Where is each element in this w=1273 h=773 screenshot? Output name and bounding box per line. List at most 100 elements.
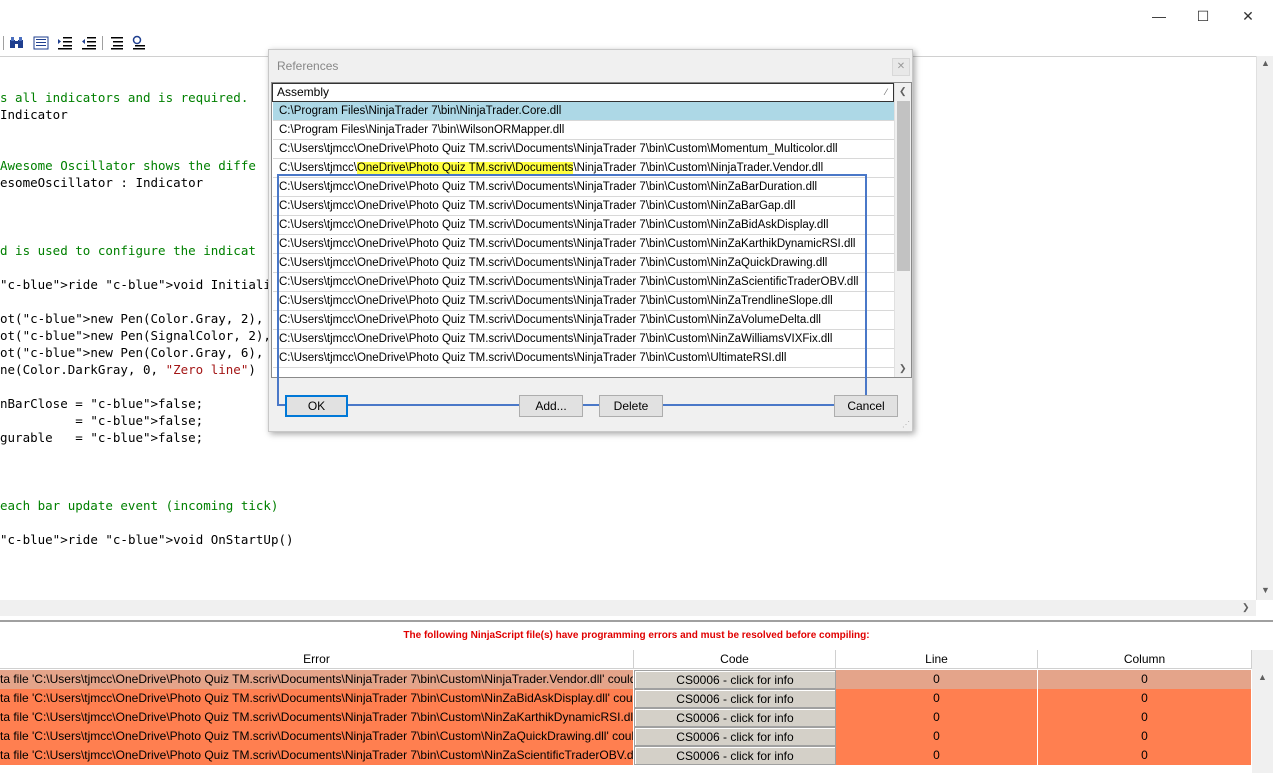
code-line: nBarClose = "c-blue">false; <box>0 396 204 411</box>
outdent-icon[interactable] <box>81 35 97 51</box>
code-line: = "c-blue">false; <box>0 413 204 428</box>
error-code-button[interactable]: CS0006 - click for info <box>634 746 836 765</box>
assembly-path: C:\Program Files\NinjaTrader 7\bin\Ninja… <box>279 105 562 117</box>
error-column-cell: 0 <box>1038 727 1252 746</box>
ok-button[interactable]: OK <box>285 395 348 417</box>
editor-vertical-scrollbar[interactable]: ▲ ▼ <box>1256 56 1273 600</box>
assembly-row[interactable]: C:\Users\tjmcc\OneDrive\Photo Quiz TM.sc… <box>273 178 894 197</box>
assembly-row[interactable]: C:\Program Files\NinjaTrader 7\bin\Ninja… <box>273 102 894 121</box>
error-column-cell: 0 <box>1038 746 1252 765</box>
error-panel: The following NinjaScript file(s) have p… <box>0 620 1273 773</box>
find-next-icon[interactable] <box>33 35 49 51</box>
assembly-row[interactable]: C:\Users\tjmcc\OneDrive\Photo Quiz TM.sc… <box>273 235 894 254</box>
error-text-cell: ta file 'C:\Users\tjmcc\OneDrive\Photo Q… <box>0 670 634 689</box>
scroll-up-icon[interactable]: ▲ <box>1258 672 1267 682</box>
uncomment-icon[interactable] <box>131 35 147 51</box>
error-column-cell: 0 <box>1038 708 1252 727</box>
add-button[interactable]: Add... <box>519 395 583 417</box>
assembly-row[interactable]: C:\Users\tjmcc\OneDrive\Photo Quiz TM.sc… <box>273 197 894 216</box>
assembly-row[interactable]: C:\Users\tjmcc\OneDrive\Photo Quiz TM.sc… <box>273 216 894 235</box>
scroll-down-icon[interactable]: ❯ <box>899 363 907 374</box>
error-row[interactable]: ta file 'C:\Users\tjmcc\OneDrive\Photo Q… <box>0 689 1252 708</box>
assembly-row[interactable]: C:\Program Files\NinjaTrader 7\bin\Wilso… <box>273 121 894 140</box>
code-line: d is used to configure the indicat <box>0 243 256 258</box>
error-text-cell: ta file 'C:\Users\tjmcc\OneDrive\Photo Q… <box>0 727 634 746</box>
assembly-path: C:\Users\tjmcc\ <box>279 162 357 174</box>
code-line: Indicator <box>0 107 68 122</box>
code-line: "c-blue">ride "c-blue">void OnStartUp() <box>0 532 294 547</box>
toolbar-separator <box>102 36 103 50</box>
highlighted-path-segment: OneDrive\Photo Quiz TM.scriv\Documents <box>356 162 574 174</box>
assembly-path: C:\Users\tjmcc\OneDrive\Photo Quiz TM.sc… <box>279 333 833 345</box>
sort-icon: ⁄ <box>885 87 887 97</box>
dialog-close-button[interactable]: ✕ <box>892 58 910 76</box>
error-row[interactable]: ta file 'C:\Users\tjmcc\OneDrive\Photo Q… <box>0 708 1252 727</box>
error-code-button[interactable]: CS0006 - click for info <box>634 727 836 746</box>
minimize-button[interactable]: — <box>1136 4 1182 28</box>
assembly-row[interactable]: C:\Users\tjmcc\OneDrive\Photo Quiz TM.sc… <box>273 254 894 273</box>
assembly-list[interactable]: Assembly ⁄ C:\Program Files\NinjaTrader … <box>271 82 912 406</box>
resize-grip-icon[interactable]: ⋰ <box>902 420 910 429</box>
scroll-up-icon[interactable]: ▲ <box>1261 58 1270 68</box>
code-line: s all indicators and is required. <box>0 90 249 105</box>
assembly-row[interactable]: C:\Users\tjmcc\OneDrive\Photo Quiz TM.sc… <box>273 292 894 311</box>
error-code-button[interactable]: CS0006 - click for info <box>634 670 836 689</box>
assembly-row[interactable]: C:\Users\tjmcc\OneDrive\Photo Quiz TM.sc… <box>273 159 894 178</box>
assembly-row[interactable]: C:\Users\tjmcc\OneDrive\Photo Quiz TM.sc… <box>273 349 894 368</box>
error-code-button[interactable]: CS0006 - click for info <box>634 689 836 708</box>
code-line: ne(Color.DarkGray, 0, "Zero line") <box>0 362 256 377</box>
toolbar-separator <box>3 36 4 50</box>
indent-icon[interactable] <box>57 35 73 51</box>
error-text-cell: ta file 'C:\Users\tjmcc\OneDrive\Photo Q… <box>0 708 634 727</box>
scroll-right-icon[interactable]: ❯ <box>1242 602 1250 613</box>
cancel-button[interactable]: Cancel <box>834 395 898 417</box>
code-line: esomeOscillator : Indicator <box>0 175 204 190</box>
code-line: gurable = "c-blue">false; <box>0 430 204 445</box>
error-line-cell: 0 <box>836 708 1038 727</box>
error-column-cell: 0 <box>1038 689 1252 708</box>
error-text-cell: ta file 'C:\Users\tjmcc\OneDrive\Photo Q… <box>0 746 634 765</box>
error-column-cell: 0 <box>1038 670 1252 689</box>
code-line: "c-blue">ride "c-blue">void Initialize() <box>0 277 302 292</box>
error-line-cell: 0 <box>836 670 1038 689</box>
assembly-path: C:\Users\tjmcc\OneDrive\Photo Quiz TM.sc… <box>279 276 859 288</box>
column-header-label: Assembly <box>277 85 330 99</box>
error-row[interactable]: ta file 'C:\Users\tjmcc\OneDrive\Photo Q… <box>0 670 1252 689</box>
assembly-row[interactable]: C:\Users\tjmcc\OneDrive\Photo Quiz TM.sc… <box>273 273 894 292</box>
column-header-error[interactable]: Error <box>0 650 634 669</box>
error-row[interactable]: ta file 'C:\Users\tjmcc\OneDrive\Photo Q… <box>0 746 1252 765</box>
assembly-path: C:\Users\tjmcc\OneDrive\Photo Quiz TM.sc… <box>279 181 818 193</box>
code-line: Awesome Oscillator shows the diffe <box>0 158 256 173</box>
assembly-row[interactable]: C:\Users\tjmcc\OneDrive\Photo Quiz TM.sc… <box>273 140 894 159</box>
scroll-thumb[interactable] <box>897 101 910 271</box>
scroll-up-icon[interactable]: ❮ <box>899 86 907 97</box>
assembly-path: C:\Users\tjmcc\OneDrive\Photo Quiz TM.sc… <box>279 257 828 269</box>
error-table-scrollbar[interactable]: ▲ <box>1252 650 1273 773</box>
assembly-row[interactable]: C:\Users\tjmcc\OneDrive\Photo Quiz TM.sc… <box>273 311 894 330</box>
close-button[interactable]: ✕ <box>1225 4 1271 28</box>
error-code-button[interactable]: CS0006 - click for info <box>634 708 836 727</box>
error-message: The following NinjaScript file(s) have p… <box>403 630 870 641</box>
assembly-path: C:\Users\tjmcc\OneDrive\Photo Quiz TM.sc… <box>279 352 787 364</box>
column-header-column[interactable]: Column <box>1038 650 1252 669</box>
assembly-path: C:\Users\tjmcc\OneDrive\Photo Quiz TM.sc… <box>279 219 829 231</box>
title-bar: — ☐ ✕ <box>0 0 1273 32</box>
column-header-code[interactable]: Code <box>634 650 836 669</box>
assembly-path: C:\Users\tjmcc\OneDrive\Photo Quiz TM.sc… <box>279 143 838 155</box>
assembly-path: C:\Users\tjmcc\OneDrive\Photo Quiz TM.sc… <box>279 314 821 326</box>
scroll-down-icon[interactable]: ▼ <box>1261 585 1270 595</box>
find-icon[interactable] <box>9 35 25 51</box>
error-line-cell: 0 <box>836 746 1038 765</box>
editor-horizontal-scrollbar[interactable]: ❯ <box>0 600 1256 616</box>
error-line-cell: 0 <box>836 727 1038 746</box>
error-row[interactable]: ta file 'C:\Users\tjmcc\OneDrive\Photo Q… <box>0 727 1252 746</box>
column-header-line[interactable]: Line <box>836 650 1038 669</box>
column-header-assembly[interactable]: Assembly ⁄ <box>272 83 894 102</box>
dialog-title: References <box>277 59 339 73</box>
delete-button[interactable]: Delete <box>599 395 663 417</box>
assembly-row[interactable]: C:\Users\tjmcc\OneDrive\Photo Quiz TM.sc… <box>273 330 894 349</box>
maximize-button[interactable]: ☐ <box>1180 4 1226 28</box>
comment-icon[interactable] <box>109 35 125 51</box>
assembly-list-scrollbar[interactable]: ❮ ❯ <box>894 83 911 377</box>
code-line: each bar update event (incoming tick) <box>0 498 279 513</box>
